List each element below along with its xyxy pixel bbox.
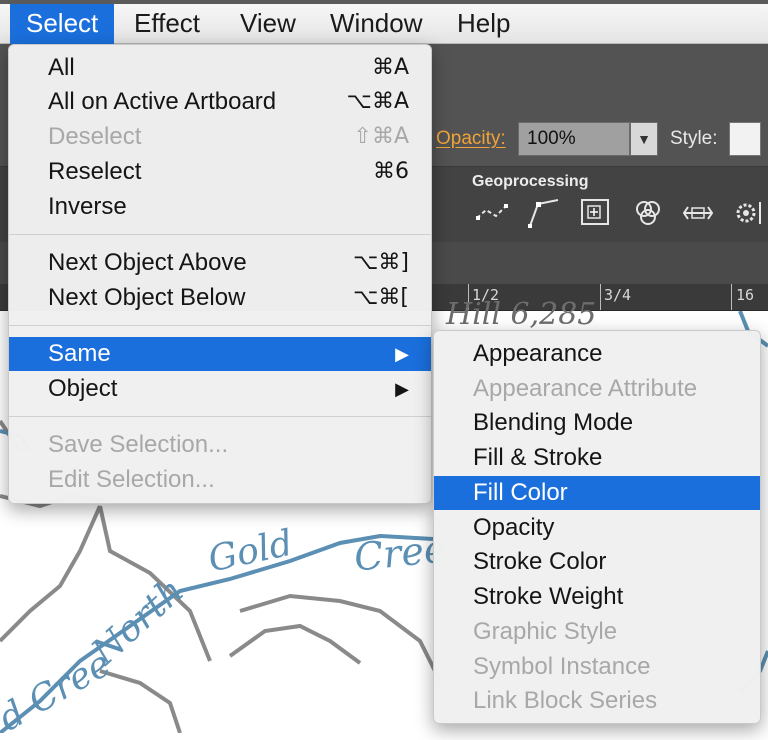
menu-item-label: All [48, 54, 75, 81]
submenu-item-graphic-style: Graphic Style [434, 615, 760, 649]
submenu-arrow-icon: ▶ [395, 344, 409, 364]
ruler-label: 16 [736, 286, 755, 304]
submenu-item-appearance[interactable]: Appearance [434, 337, 760, 371]
menu-item-label: Appearance Attribute [473, 375, 698, 402]
map-label-hill: Hill 6,285 [446, 297, 597, 332]
menu-item-inverse[interactable]: Inverse [9, 190, 431, 224]
menu-item-edit-selection: Edit Selection... [9, 463, 431, 497]
menu-item-same[interactable]: Same ▶ [9, 337, 431, 371]
menu-item-label: Edit Selection... [48, 466, 215, 493]
menu-item-next-object-above[interactable]: Next Object Above ⌥⌘] [9, 246, 431, 280]
menu-item-shortcut: ⌘6 [373, 159, 409, 184]
menu-item-shortcut: ⌥⌘A [346, 89, 409, 114]
submenu-item-opacity[interactable]: Opacity [434, 511, 760, 545]
style-swatch[interactable] [729, 122, 761, 156]
buffer-icon[interactable] [680, 196, 716, 230]
submenu-item-stroke-weight[interactable]: Stroke Weight [434, 580, 760, 614]
menu-item-object[interactable]: Object ▶ [9, 372, 431, 406]
menu-item-label: Next Object Above [48, 249, 247, 276]
menu-item-label: Symbol Instance [473, 653, 651, 680]
menu-separator [9, 325, 431, 326]
menu-item-shortcut: ⇧⌘A [353, 124, 409, 149]
menu-item-label: Appearance [473, 340, 603, 367]
simplify-icon[interactable] [474, 196, 510, 230]
menu-item-label: Inverse [48, 193, 127, 220]
menu-item-label: Fill Color [473, 479, 568, 506]
contour-line [0, 505, 102, 643]
menu-item-next-object-below[interactable]: Next Object Below ⌥⌘[ [9, 281, 431, 315]
style-label: Style: [670, 128, 718, 149]
menu-item-label: Opacity [473, 514, 555, 541]
ruler-tick [600, 284, 601, 310]
menu-separator [9, 234, 431, 235]
opacity-dropdown-button[interactable]: ▼ [630, 122, 658, 156]
opacity-input[interactable]: 100% [518, 122, 630, 156]
ruler-tick [731, 284, 732, 310]
submenu-item-fill-color[interactable]: Fill Color [434, 476, 760, 510]
opacity-label[interactable]: Opacity: [436, 128, 506, 150]
menu-bar: Select Effect View Window Help [0, 0, 768, 44]
submenu-item-fill-and-stroke[interactable]: Fill & Stroke [434, 441, 760, 475]
menu-item-label: Object [48, 375, 118, 402]
submenu-item-stroke-color[interactable]: Stroke Color [434, 545, 760, 579]
menu-item-label: Stroke Color [473, 548, 607, 575]
menu-item-label: Link Block Series [473, 687, 658, 714]
submenu-item-blending-mode[interactable]: Blending Mode [434, 406, 760, 440]
geoprocessing-label: Geoprocessing [472, 173, 589, 190]
clip-icon[interactable] [578, 196, 614, 230]
menu-item-shortcut: ⌥⌘] [353, 250, 409, 275]
menu-item-label: Save Selection... [48, 431, 229, 458]
same-submenu: Appearance Appearance Attribute Blending… [433, 330, 761, 724]
menu-item-label: Same [48, 340, 111, 367]
menu-item-all-on-active-artboard[interactable]: All on Active Artboard ⌥⌘A [9, 85, 431, 119]
menu-item-all[interactable]: All ⌘A [9, 51, 431, 85]
menu-item-label: Fill & Stroke [473, 444, 603, 471]
select-menu: All ⌘A All on Active Artboard ⌥⌘A Desele… [8, 44, 432, 504]
menu-item-save-selection: Save Selection... [9, 428, 431, 462]
contour-line [228, 623, 362, 665]
menu-item-label: Next Object Below [48, 284, 246, 311]
submenu-item-appearance-attribute: Appearance Attribute [434, 372, 760, 406]
merge-icon[interactable] [630, 196, 666, 230]
menu-separator [9, 416, 431, 417]
menu-item-label: Stroke Weight [473, 583, 624, 610]
menu-help[interactable]: Help [441, 4, 526, 44]
menu-item-shortcut: ⌥⌘[ [353, 285, 409, 310]
menu-item-reselect[interactable]: Reselect ⌘6 [9, 155, 431, 189]
contour-line [239, 593, 442, 682]
menu-item-label: Reselect [48, 158, 142, 185]
menu-item-shortcut: ⌘A [371, 55, 409, 80]
menu-item-label: Graphic Style [473, 618, 618, 645]
menu-window[interactable]: Window [314, 4, 438, 44]
menu-select[interactable]: Select [10, 4, 115, 44]
ruler-label: 3/4 [604, 286, 632, 304]
submenu-item-link-block-series: Link Block Series [434, 684, 760, 718]
menu-item-label: All on Active Artboard [48, 88, 277, 115]
line-direction-icon[interactable] [526, 196, 562, 230]
submenu-item-symbol-instance: Symbol Instance [434, 650, 760, 684]
menu-item-label: Deselect [48, 123, 142, 150]
menu-item-label: Blending Mode [473, 409, 634, 436]
submenu-arrow-icon: ▶ [395, 379, 409, 399]
menu-view[interactable]: View [224, 4, 312, 44]
menu-item-deselect: Deselect ⇧⌘A [9, 120, 431, 154]
settings-gear-icon[interactable] [732, 196, 768, 230]
menu-effect[interactable]: Effect [118, 4, 216, 44]
